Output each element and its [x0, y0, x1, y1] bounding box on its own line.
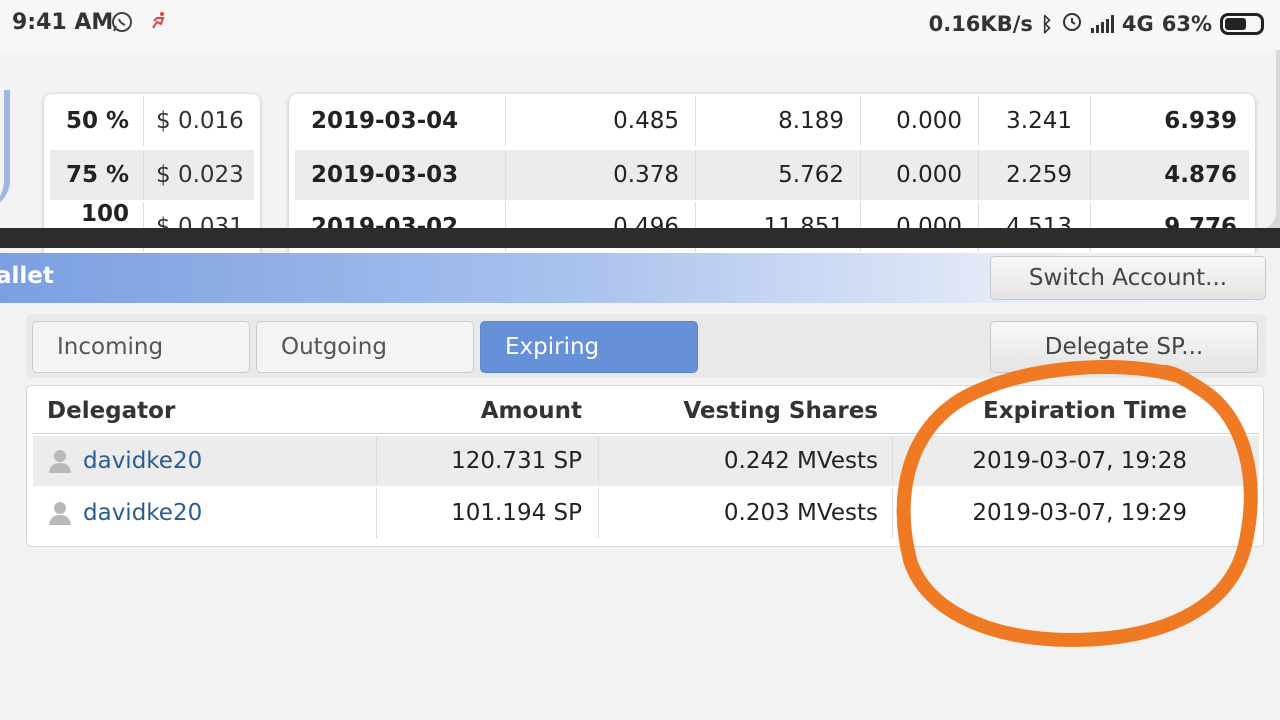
price-row: 50 % $ 0.016 [50, 96, 254, 146]
table-row: davidke20 101.194 SP 0.203 MVests 2019-0… [33, 488, 1259, 538]
value-cell: 0.000 [860, 96, 978, 146]
status-time: 9:41 AM [12, 10, 114, 35]
header-amount: Amount [480, 397, 582, 424]
daily-row: 2019-03-03 0.378 5.762 0.000 2.259 4.876 [295, 150, 1249, 200]
status-right: 0.16KB/s ᛒ 4G 63% [929, 10, 1264, 37]
bluetooth-icon: ᛒ [1040, 11, 1053, 36]
percent-cell: 75 % [50, 150, 144, 200]
date-cell: 2019-03-03 [311, 162, 459, 188]
decorative-arc [0, 90, 10, 210]
expiration-cell: 2019-03-07, 19:29 [892, 488, 1259, 538]
total-cell: 4.876 [1090, 150, 1249, 200]
daily-row: 2019-03-04 0.485 8.189 0.000 3.241 6.939 [295, 96, 1249, 146]
expiration-cell: 2019-03-07, 19:28 [892, 436, 1259, 486]
date-cell: 2019-03-04 [311, 108, 459, 134]
total-cell: 6.939 [1090, 96, 1249, 146]
tab-outgoing[interactable]: Outgoing [256, 321, 474, 373]
price-row: 75 % $ 0.023 [50, 150, 254, 200]
delegator-cell: davidke20 [33, 436, 376, 486]
switch-account-button[interactable]: Switch Account... [990, 256, 1266, 300]
header-delegator: Delegator [47, 397, 176, 424]
percent-cell: 50 % [50, 96, 144, 146]
user-icon [47, 500, 73, 526]
value-cell: 3.241 [978, 96, 1090, 146]
wallet-title: allet [0, 263, 54, 289]
battery-fill [1225, 17, 1247, 30]
section-divider [0, 228, 1280, 248]
header-expiration-time: Expiration Time [983, 397, 1187, 424]
value-cell: 0.485 [505, 96, 695, 146]
net-speed: 0.16KB/s [928, 11, 1033, 36]
vesting-cell: 0.203 MVests [598, 488, 892, 538]
runner-icon [148, 10, 170, 37]
delegate-sp-button[interactable]: Delegate SP... [990, 321, 1258, 373]
whatsapp-icon [110, 10, 134, 39]
tab-incoming[interactable]: Incoming [32, 321, 250, 373]
delegator-link[interactable]: davidke20 [83, 448, 202, 474]
upper-panel: 50 % $ 0.016 75 % $ 0.023 100 % $ 0.031 … [0, 50, 1276, 260]
table-row: davidke20 120.731 SP 0.242 MVests 2019-0… [33, 436, 1259, 486]
status-bar: 9:41 AM 0.16KB/s ᛒ 4G 63% [0, 0, 1280, 50]
vesting-cell: 0.242 MVests [598, 436, 892, 486]
table-header: Delegator Amount Vesting Shares Expirati… [33, 388, 1259, 434]
amount-cell: 120.731 SP [376, 436, 598, 486]
price-cell: $ 0.023 [156, 162, 244, 188]
delegator-link[interactable]: davidke20 [83, 500, 202, 526]
battery-percent: 63% [1161, 11, 1212, 36]
signal-icon [1090, 14, 1114, 33]
alarm-icon [1061, 10, 1083, 37]
value-cell: 0.000 [860, 150, 978, 200]
battery-icon [1220, 12, 1264, 35]
price-cell: $ 0.016 [156, 108, 244, 134]
user-icon [47, 448, 73, 474]
delegations-table: Delegator Amount Vesting Shares Expirati… [26, 385, 1264, 547]
value-cell: 0.378 [505, 150, 695, 200]
network-type: 4G [1121, 11, 1154, 36]
value-cell: 5.762 [695, 150, 860, 200]
header-vesting-shares: Vesting Shares [683, 397, 878, 424]
tab-expiring[interactable]: Expiring [480, 321, 698, 373]
amount-cell: 101.194 SP [376, 488, 598, 538]
value-cell: 2.259 [978, 150, 1090, 200]
value-cell: 8.189 [695, 96, 860, 146]
delegator-cell: davidke20 [33, 488, 376, 538]
